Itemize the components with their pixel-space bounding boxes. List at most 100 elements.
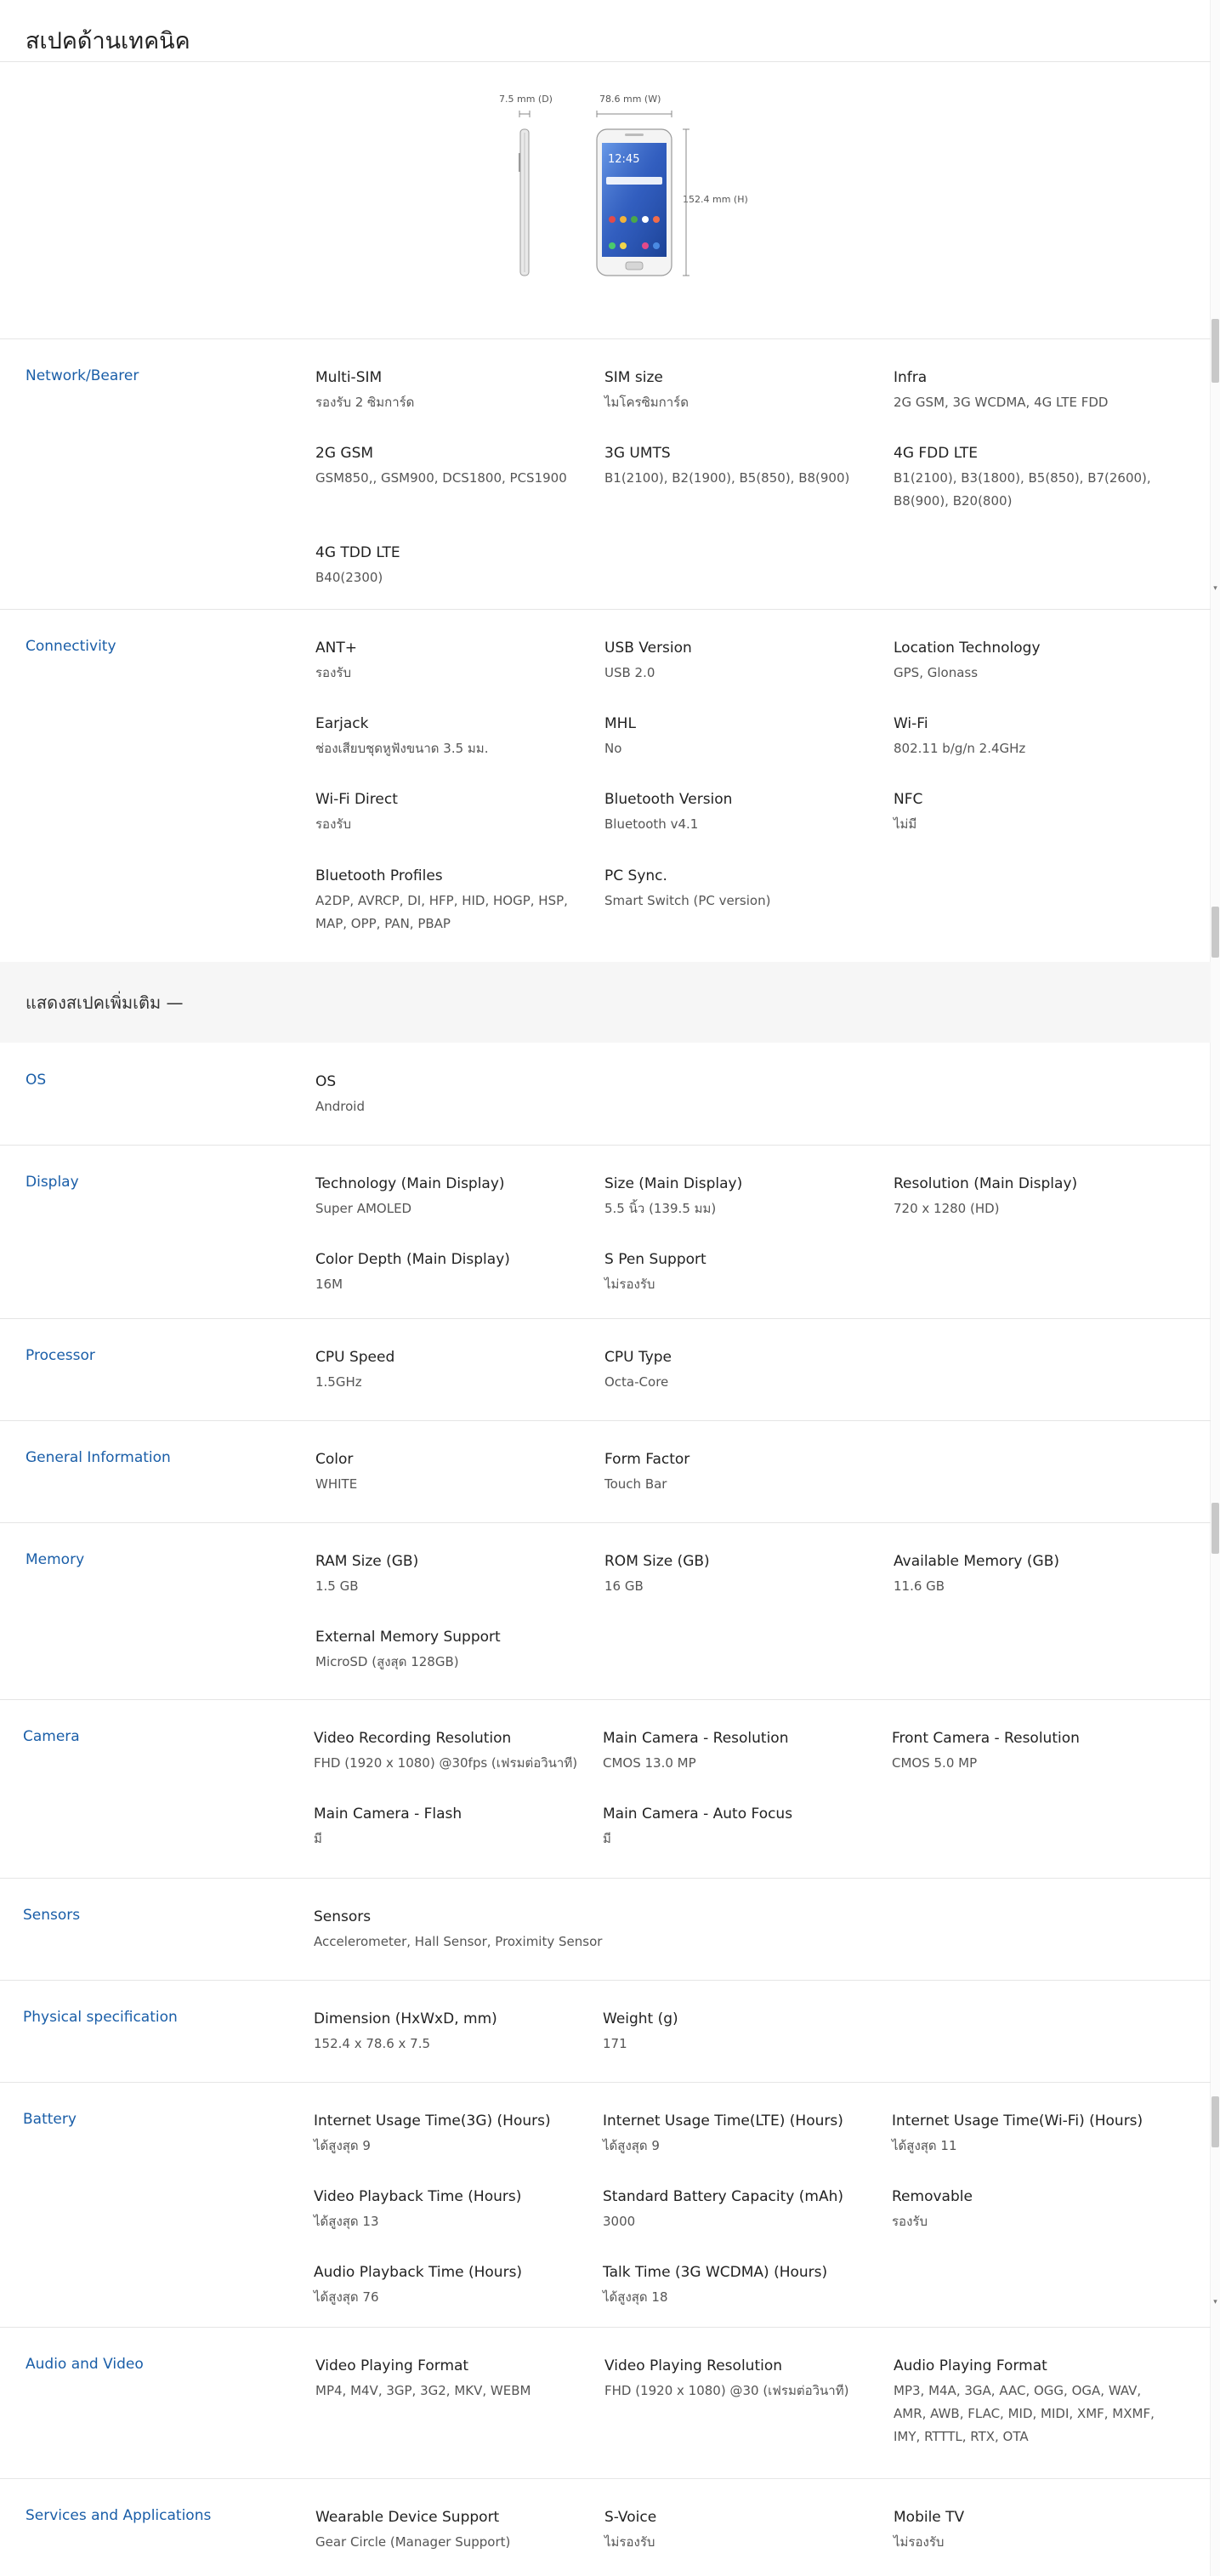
spec-label: USB Version [604, 640, 692, 657]
spec-label: Wi-Fi Direct [315, 791, 398, 808]
spec-label: Internet Usage Time(Wi-Fi) (Hours) [892, 2113, 1143, 2130]
spec-value: ได้สูงสุด 9 [314, 2138, 371, 2153]
show-more-toggle[interactable]: แสดงสเปคเพิ่มเติม — [26, 989, 184, 1016]
spec-label: Video Playing Resolution [604, 2357, 783, 2374]
spec-label: Video Playback Time (Hours) [314, 2188, 522, 2205]
spec-value: MP3, M4A, 3GA, AAC, OGG, OGA, WAV, AMR, … [894, 2383, 1155, 2444]
spec-item: Color Depth (Main Display) 16M [315, 1249, 596, 1296]
spec-item: S Pen Support ไม่รองรับ [604, 1249, 885, 1296]
spec-label: Main Camera - Resolution [603, 1730, 789, 1747]
spec-value: Octa-Core [604, 1374, 669, 1390]
spec-value: Accelerometer, Hall Sensor, Proximity Se… [314, 1934, 603, 1949]
spec-item: USB Version USB 2.0 [604, 638, 885, 685]
spec-label: ANT+ [315, 640, 357, 657]
scroll-down-arrow[interactable]: ▾ [1211, 2299, 1219, 2306]
phone-time: 12:45 [608, 153, 639, 166]
spec-item: Internet Usage Time(3G) (Hours) ได้สูงสุด… [314, 2111, 594, 2158]
spec-value: MP4, M4V, 3GP, 3G2, MKV, WEBM [315, 2383, 531, 2398]
spec-item: Internet Usage Time(Wi-Fi) (Hours) ได้สูง… [892, 2111, 1172, 2158]
section-title: Display [26, 1174, 79, 1191]
section-title: Services and Applications [26, 2507, 212, 2524]
show-more-bar[interactable]: แสดงสเปคเพิ่มเติม — [0, 962, 1211, 1043]
spec-value: Super AMOLED [315, 1201, 412, 1216]
scrollbar-thumb[interactable] [1211, 1503, 1219, 1554]
spec-value: ไม่รองรับ [604, 1277, 655, 1292]
page-scrollbar[interactable] [1210, 0, 1220, 2576]
section-title: General Information [26, 1449, 171, 1466]
spec-item: Audio Playback Time (Hours) ได้สูงสุด 76 [314, 2262, 594, 2309]
section-os: OS OS Android [0, 1043, 1211, 1145]
spec-label: S Pen Support [604, 1251, 706, 1268]
scrollbar-thumb[interactable] [1211, 2096, 1219, 2147]
spec-item: Resolution (Main Display) 720 x 1280 (HD) [894, 1174, 1174, 1220]
section-title: Memory [26, 1551, 85, 1568]
section-display: Display Technology (Main Display) Super A… [0, 1145, 1211, 1318]
divider [0, 61, 1211, 62]
spec-label: CPU Speed [315, 1349, 395, 1366]
spec-value: 2G GSM, 3G WCDMA, 4G LTE FDD [894, 395, 1109, 410]
spec-value: B1(2100), B2(1900), B5(850), B8(900) [604, 470, 850, 486]
spec-value: มี [314, 1831, 322, 1846]
spec-item: Multi-SIM รองรับ 2 ซิมการ์ด [315, 367, 596, 414]
spec-item: Main Camera - Flash มี [314, 1804, 594, 1851]
spec-item: Dimension (HxWxD, mm) 152.4 x 78.6 x 7.5 [314, 2009, 594, 2056]
spec-value: CMOS 5.0 MP [892, 1755, 978, 1771]
spec-value: ช่องเสียบชุดหูฟังขนาด 3.5 มม. [315, 741, 489, 756]
spec-label: Sensors [314, 1908, 372, 1925]
section-title: Battery [23, 2111, 77, 2128]
spec-item: ANT+ รองรับ [315, 638, 596, 685]
spec-value: 3000 [603, 2214, 636, 2229]
spec-item: MHL No [604, 714, 885, 760]
spec-item: Video Recording Resolution FHD (1920 x 10… [314, 1728, 594, 1775]
spec-item: Location Technology GPS, Glonass [894, 638, 1174, 685]
spec-label: Color Depth (Main Display) [315, 1251, 510, 1268]
spec-value: 171 [603, 2036, 627, 2051]
spec-item: CPU Type Octa-Core [604, 1347, 885, 1394]
spec-value: ไม่รองรับ [604, 2534, 655, 2550]
spec-label: Dimension (HxWxD, mm) [314, 2010, 497, 2027]
spec-item: Internet Usage Time(LTE) (Hours) ได้สูงสุ… [603, 2111, 883, 2158]
spec-value: FHD (1920 x 1080) @30 (เฟรมต่อวินาที) [604, 2383, 849, 2398]
spec-value: B40(2300) [315, 570, 383, 585]
spec-value: รองรับ [892, 2214, 928, 2229]
spec-item: ROM Size (GB) 16 GB [604, 1551, 885, 1598]
spec-item: Video Playing Resolution FHD (1920 x 1080… [604, 2356, 885, 2403]
spec-label: Multi-SIM [315, 369, 383, 386]
spec-label: Mobile TV [894, 2509, 965, 2526]
scrollbar-thumb[interactable] [1211, 319, 1219, 383]
spec-label: SIM size [604, 369, 663, 386]
spec-value: รองรับ [315, 816, 351, 832]
spec-item: Standard Battery Capacity (mAh) 3000 [603, 2186, 883, 2233]
scroll-down-arrow[interactable]: ▾ [1211, 585, 1219, 593]
spec-label: Audio Playback Time (Hours) [314, 2264, 523, 2281]
spec-value: Smart Switch (PC version) [604, 893, 771, 908]
spec-item: Mobile TV ไม่รองรับ [894, 2507, 1174, 2554]
spec-value: USB 2.0 [604, 665, 655, 680]
section-title: OS [26, 1072, 47, 1089]
spec-label: Wi-Fi [894, 715, 928, 732]
spec-label: Technology (Main Display) [315, 1175, 505, 1192]
spec-item: Bluetooth Profiles A2DP, AVRCP, DI, HFP, … [315, 866, 596, 935]
spec-item: Main Camera - Resolution CMOS 13.0 MP [603, 1728, 883, 1775]
spec-item: 3G UMTS B1(2100), B2(1900), B5(850), B8(9… [604, 443, 885, 490]
spec-item: Video Playing Format MP4, M4V, 3GP, 3G2, … [315, 2356, 596, 2403]
section-physical-specification: Physical specification Dimension (HxWxD,… [0, 1980, 1211, 2082]
section-title: Audio and Video [26, 2356, 144, 2373]
spec-item: Talk Time (3G WCDMA) (Hours) ได้สูงสุด 18 [603, 2262, 883, 2309]
spec-value: รองรับ 2 ซิมการ์ด [315, 395, 415, 410]
section-battery: Battery Internet Usage Time(3G) (Hours) ไ… [0, 2082, 1211, 2327]
scrollbar-thumb[interactable] [1211, 907, 1219, 958]
spec-label: Resolution (Main Display) [894, 1175, 1078, 1192]
spec-item: 4G FDD LTE B1(2100), B3(1800), B5(850), B… [894, 443, 1174, 513]
spec-item: PC Sync. Smart Switch (PC version) [604, 866, 885, 913]
spec-value: ได้สูงสุด 18 [603, 2289, 668, 2305]
spec-value: Touch Bar [604, 1476, 667, 1492]
spec-value: MicroSD (สูงสุด 128GB) [315, 1654, 459, 1669]
phone-illustration: 12:45 [519, 111, 689, 276]
spec-value: ได้สูงสุด 11 [892, 2138, 957, 2153]
section-processor: Processor CPU Speed 1.5GHz CPU Type Octa-C… [0, 1318, 1211, 1420]
spec-label: MHL [604, 715, 636, 732]
spec-item: S-Voice ไม่รองรับ [604, 2507, 885, 2554]
spec-label: External Memory Support [315, 1629, 501, 1646]
section-network-bearer: Network/Bearer Multi-SIM รองรับ 2 ซิมการ์… [0, 338, 1211, 609]
